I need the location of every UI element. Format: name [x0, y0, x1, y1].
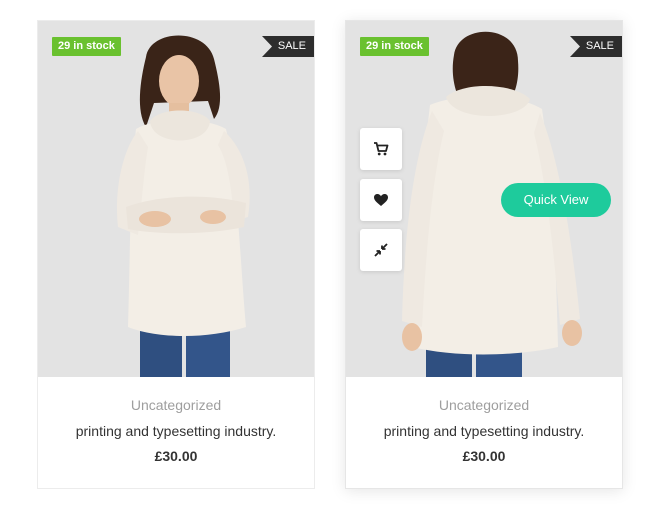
compare-icon: [374, 243, 388, 257]
product-card[interactable]: 29 in stock SALE Quick View Uncategorize…: [345, 20, 623, 489]
stock-badge: 29 in stock: [360, 37, 429, 56]
product-category[interactable]: Uncategorized: [38, 397, 314, 413]
add-to-cart-button[interactable]: [360, 128, 402, 170]
stock-badge: 29 in stock: [52, 37, 121, 56]
cart-icon: [374, 142, 389, 156]
product-info: Uncategorized printing and typesetting i…: [38, 377, 314, 465]
product-price: £30.00: [462, 448, 506, 464]
product-image[interactable]: 29 in stock SALE: [38, 21, 314, 377]
add-to-wishlist-button[interactable]: [360, 179, 402, 221]
product-title[interactable]: printing and typesetting industry.: [38, 423, 314, 440]
compare-button[interactable]: [360, 229, 402, 271]
product-title[interactable]: printing and typesetting industry.: [346, 423, 622, 440]
heart-icon: [374, 194, 388, 206]
product-category[interactable]: Uncategorized: [346, 397, 622, 413]
product-info: Uncategorized printing and typesetting i…: [346, 377, 622, 465]
model-front-figure: [116, 35, 250, 377]
quick-view-button[interactable]: Quick View: [501, 183, 611, 217]
product-image[interactable]: 29 in stock SALE Quick View: [346, 21, 622, 377]
product-card[interactable]: 29 in stock SALE Uncategorized printing …: [37, 20, 315, 489]
product-price: £30.00: [154, 448, 198, 464]
